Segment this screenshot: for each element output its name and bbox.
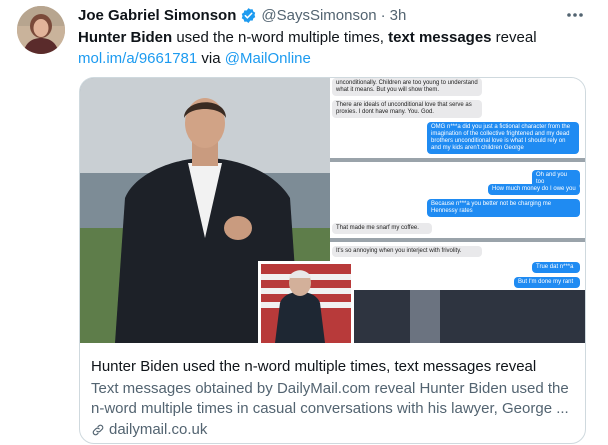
card-image[interactable]: unconditionally. Children are too young … bbox=[80, 78, 585, 343]
message-bubble: Because n***a you better not be charging… bbox=[427, 199, 580, 217]
tweet-text-bold-1: Hunter Biden bbox=[78, 29, 173, 46]
mention-link[interactable]: @MailOnline bbox=[225, 50, 311, 67]
link-preview-card[interactable]: unconditionally. Children are too young … bbox=[79, 77, 586, 444]
message-bubble: How much money do I owe you bbox=[488, 184, 580, 195]
tweet-text-bold-2: text messages bbox=[388, 29, 492, 46]
card-domain[interactable]: dailymail.co.uk bbox=[91, 421, 207, 438]
message-bubble: But I'm done my rant bbox=[514, 277, 580, 288]
message-bubble: unconditionally. Children are too young … bbox=[332, 78, 482, 96]
tweet-via: via bbox=[197, 50, 225, 67]
separator-dot: · bbox=[380, 6, 386, 24]
tweet-text-2: used the n-word multiple times, bbox=[172, 29, 389, 46]
tweet-header: Joe Gabriel Simonson @SaysSimonson · 3h bbox=[78, 4, 406, 26]
tweet-timestamp[interactable]: 3h bbox=[390, 7, 407, 24]
tweet-url-link[interactable]: mol.im/a/9661781 bbox=[78, 50, 197, 67]
message-bubble: True dat n***a bbox=[532, 262, 580, 273]
card-title[interactable]: Hunter Biden used the n-word multiple ti… bbox=[91, 358, 536, 375]
message-bubble: There are ideals of unconditional love t… bbox=[332, 100, 482, 118]
card-description: Text messages obtained by DailyMail.com … bbox=[91, 379, 573, 419]
message-bubble: OMG n***a did you just a fictional chara… bbox=[427, 122, 579, 154]
more-options-icon[interactable] bbox=[563, 4, 587, 26]
tweet-text: Hunter Biden used the n-word multiple ti… bbox=[78, 27, 588, 69]
message-bubble: It's so annoying when you interject with… bbox=[332, 246, 482, 257]
author-handle[interactable]: @SaysSimonson bbox=[261, 7, 376, 24]
tweet-text-4: reveal bbox=[491, 29, 537, 46]
card-description-line-2: n-word multiple times in casual conversa… bbox=[91, 400, 569, 417]
author-avatar[interactable] bbox=[17, 6, 65, 54]
link-icon bbox=[92, 424, 104, 435]
message-bubble: That made me snarf my coffee. bbox=[332, 223, 432, 234]
verified-badge-icon bbox=[240, 7, 257, 24]
author-name[interactable]: Joe Gabriel Simonson bbox=[78, 7, 236, 24]
card-description-line-1: Text messages obtained by DailyMail.com … bbox=[91, 380, 569, 397]
card-domain-label: dailymail.co.uk bbox=[109, 421, 208, 438]
